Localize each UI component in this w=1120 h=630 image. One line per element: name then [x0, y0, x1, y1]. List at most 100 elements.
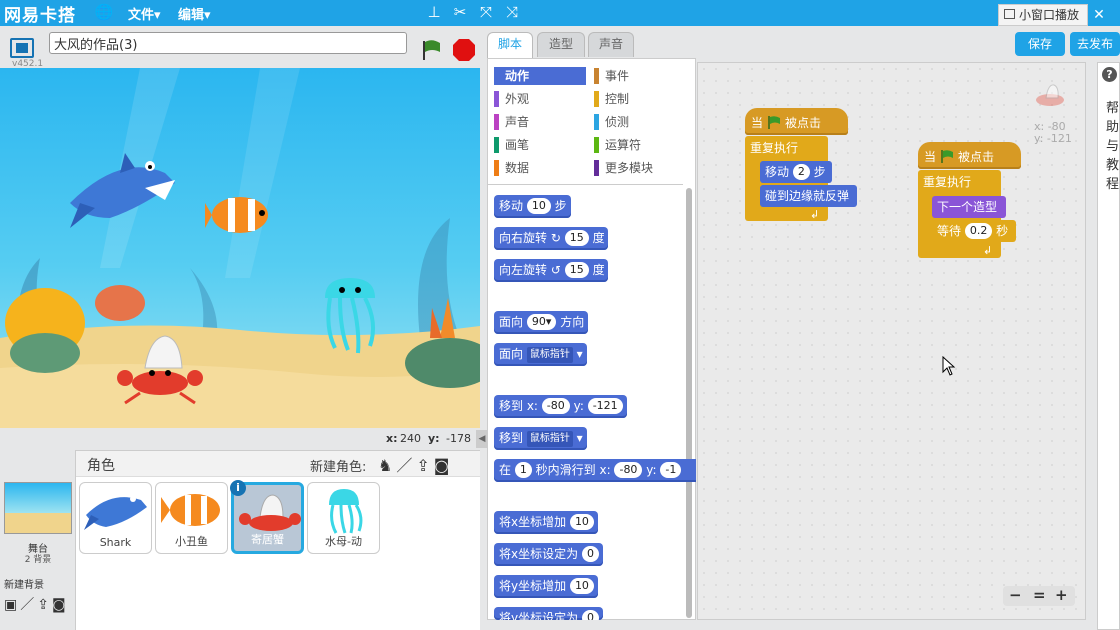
category-pen[interactable]: 画笔 — [494, 136, 586, 154]
info-icon[interactable]: i — [230, 480, 246, 496]
new-backdrop-label: 新建背景 — [4, 580, 44, 591]
top-menu-bar: 网易卡搭 🌐 文件▾ 编辑▾ ⊥ ✂ ⤧ ⤨ 小窗口播放 ✕ — [0, 0, 1120, 26]
wait-seconds-block[interactable]: 等待 0.2 秒 — [932, 220, 1016, 242]
file-menu[interactable]: 文件▾ — [128, 4, 161, 23]
publish-button[interactable]: 去发布 — [1070, 32, 1120, 56]
block-change-y[interactable]: 将y坐标增加 10 — [494, 575, 598, 598]
block-point-towards[interactable]: 面向 鼠标指针 ▾ — [494, 343, 587, 366]
green-flag-icon — [941, 150, 954, 163]
stop-button[interactable] — [452, 38, 476, 65]
block-change-x[interactable]: 将x坐标增加 10 — [494, 511, 598, 534]
block-set-x[interactable]: 将x坐标设定为 0 — [494, 543, 603, 566]
help-text-char: 与 — [1106, 139, 1120, 154]
jellyfish-thumbnail — [329, 489, 363, 534]
help-text-char: 教 — [1106, 158, 1120, 173]
category-operators[interactable]: 运算符 — [594, 136, 686, 154]
globe-icon[interactable]: 🌐 — [94, 2, 114, 22]
camera-icon[interactable]: ◙ — [52, 597, 69, 613]
save-button[interactable]: 保存 — [1015, 32, 1065, 56]
sprite-name: 寄居蟹 — [251, 533, 284, 546]
brand-logo[interactable]: 网易卡搭 — [4, 1, 76, 26]
shrink-icon[interactable]: ⤨ — [502, 2, 522, 22]
zoom-in-icon[interactable]: + — [1055, 586, 1068, 604]
camera-icon[interactable]: ◙ — [434, 456, 454, 475]
mouse-x-label: x: — [386, 432, 398, 445]
stage-canvas[interactable] — [0, 68, 480, 428]
block-turn-right[interactable]: 向右旋转 ↻ 15 度 — [494, 227, 609, 250]
help-text-char: 助 — [1106, 120, 1120, 135]
block-goto-xy[interactable]: 移到 x: -80 y: -121 — [494, 395, 627, 418]
zoom-out-icon[interactable]: − — [1009, 586, 1022, 604]
cut-icon[interactable]: ✂ — [450, 2, 470, 22]
green-flag-icon — [423, 40, 440, 60]
tab-scripts[interactable]: 脚本 — [487, 32, 533, 59]
grow-icon[interactable]: ⤧ — [476, 2, 496, 22]
stamp-icon[interactable]: ⊥ — [424, 2, 444, 22]
block-goto[interactable]: 移到 鼠标指针 ▾ — [494, 427, 587, 450]
help-icon[interactable]: ? — [1102, 67, 1117, 82]
zoom-controls: − = + — [1003, 586, 1075, 606]
sprite-library-icon[interactable]: ♞ — [378, 456, 396, 475]
category-more-blocks[interactable]: 更多模块 — [594, 159, 686, 177]
help-text-char: 程 — [1106, 177, 1120, 192]
sprite-card-clownfish[interactable]: 小丑鱼 — [155, 482, 228, 554]
move-steps-block[interactable]: 移动 2 步 — [760, 161, 832, 183]
category-looks[interactable]: 外观 — [494, 90, 586, 108]
stop-icon — [453, 39, 475, 61]
shark-thumbnail — [84, 496, 147, 530]
next-costume-block[interactable]: 下一个造型 — [932, 196, 1006, 218]
category-data[interactable]: 数据 — [494, 159, 586, 177]
category-control[interactable]: 控制 — [594, 90, 686, 108]
close-icon[interactable]: ✕ — [1089, 5, 1109, 25]
rotate-cw-icon: ↻ — [550, 231, 561, 245]
sprite-name: Shark — [99, 536, 132, 549]
zoom-reset-icon[interactable]: = — [1033, 586, 1046, 604]
new-backdrop-tools[interactable]: ▣／⇪◙ — [4, 594, 69, 614]
sprite-name: 水母-动 — [325, 535, 362, 548]
mouse-cursor-icon — [942, 355, 956, 379]
mouse-x-value: 240 — [400, 432, 421, 445]
block-move-steps[interactable]: 移动 10 步 — [494, 195, 571, 218]
image-icon[interactable]: ▣ — [4, 597, 20, 613]
bounce-on-edge-block[interactable]: 碰到边缘就反弹 — [760, 185, 857, 207]
mini-window-play-button[interactable]: 小窗口播放 ✕ — [998, 4, 1105, 26]
category-sound[interactable]: 声音 — [494, 113, 586, 131]
new-sprite-tools[interactable]: ♞／⇪◙ — [378, 452, 453, 476]
green-flag-button[interactable] — [420, 38, 444, 65]
tab-costumes[interactable]: 造型 — [537, 32, 585, 57]
category-motion[interactable]: 动作 — [494, 67, 586, 85]
tab-sounds[interactable]: 声音 — [588, 32, 634, 57]
loop-arrow-icon: ↲ — [810, 208, 820, 221]
category-events[interactable]: 事件 — [594, 67, 686, 85]
paint-brush-icon[interactable]: ／ — [396, 456, 416, 475]
stage-thumbnail[interactable] — [4, 482, 72, 534]
edit-menu[interactable]: 编辑▾ — [178, 4, 211, 23]
mouse-y-value: -178 — [446, 432, 471, 445]
backdrop-count: 2 背景 — [24, 555, 52, 565]
brush-icon[interactable]: ／ — [20, 597, 37, 613]
block-turn-left[interactable]: 向左旋转 ↺ 15 度 — [494, 259, 609, 282]
stage-scene — [0, 68, 480, 428]
block-set-y[interactable]: 将y坐标设定为 0 — [494, 607, 603, 620]
project-name-input[interactable] — [49, 32, 407, 54]
sprite-y-readout: y: -121 — [1034, 132, 1072, 145]
sprite-card-jellyfish[interactable]: 水母-动 — [307, 482, 380, 554]
category-list: 动作 事件 外观 控制 声音 侦测 画笔 运算符 数据 更多模块 — [494, 67, 682, 179]
help-panel[interactable]: ? 帮 助 与 教 程 — [1097, 62, 1120, 630]
fullscreen-icon[interactable] — [10, 38, 34, 58]
when-flag-clicked-hat[interactable]: 当被点击 — [745, 108, 848, 135]
block-glide[interactable]: 在 1 秒内滑行到 x: -80 y: -1 — [494, 459, 696, 482]
category-sensing[interactable]: 侦测 — [594, 113, 686, 131]
clownfish-thumbnail — [161, 494, 220, 526]
palette-scrollbar[interactable] — [686, 188, 692, 618]
new-sprite-label: 新建角色: — [310, 460, 367, 475]
help-text-char: 帮 — [1106, 101, 1120, 116]
stage-coordinates-bar: x: 240 y: -178 — [0, 428, 480, 448]
sprite-card-shark[interactable]: Shark — [79, 482, 152, 554]
block-point-direction[interactable]: 面向 90▾ 方向 — [494, 311, 589, 334]
when-flag-clicked-hat[interactable]: 当被点击 — [918, 142, 1021, 169]
upload-sprite-icon[interactable]: ⇪ — [416, 456, 433, 475]
hermit-crab-thumbnail — [239, 494, 301, 531]
upload-icon[interactable]: ⇪ — [37, 597, 52, 613]
jellyfish-sprite — [325, 278, 375, 298]
